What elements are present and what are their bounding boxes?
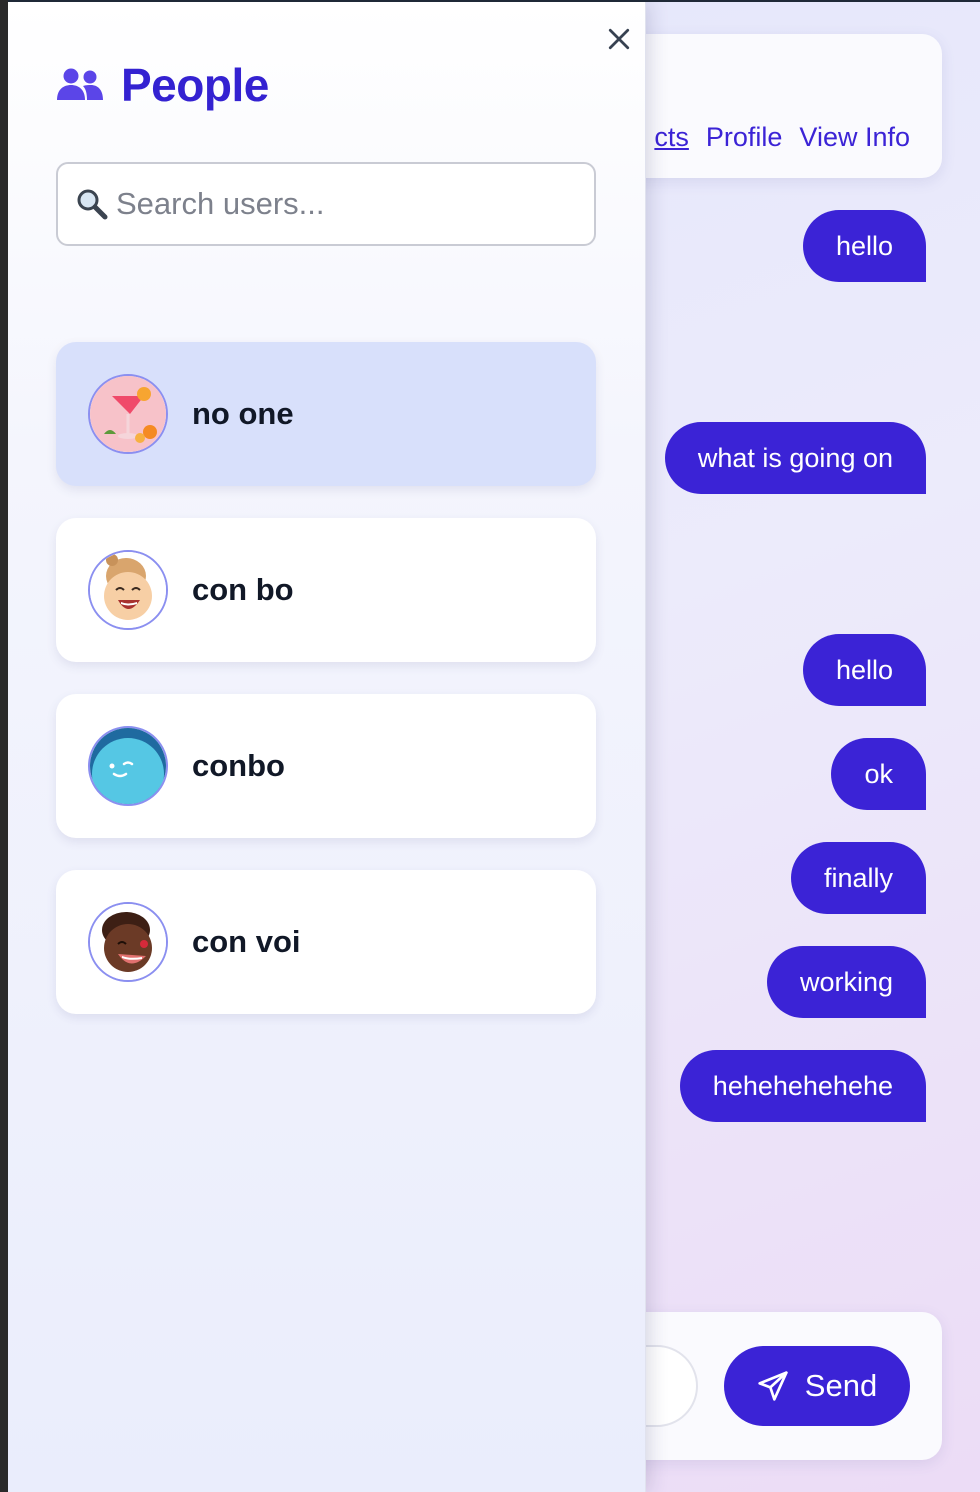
- avatar: [88, 726, 168, 806]
- search-input[interactable]: [116, 186, 586, 222]
- user-item-conbo[interactable]: conbo: [56, 694, 596, 838]
- laughing-blonde-avatar-icon: [90, 552, 166, 628]
- user-name: con voi: [192, 924, 301, 959]
- search-field[interactable]: [56, 162, 596, 246]
- user-name: conbo: [192, 748, 285, 783]
- avatar: [88, 902, 168, 982]
- message-bubble: hello: [802, 634, 926, 706]
- cocktail-avatar-icon: [90, 376, 166, 452]
- message-bubble: working: [766, 946, 926, 1018]
- view-info-link[interactable]: View Info: [799, 122, 910, 153]
- user-item-con-bo[interactable]: con bo: [56, 518, 596, 662]
- message-bubble: hehehehehehe: [679, 1050, 926, 1122]
- users-icon: [57, 68, 103, 100]
- user-name: no one: [192, 396, 294, 431]
- user-name: con bo: [192, 572, 294, 607]
- message-bubble: what is going on: [664, 422, 926, 494]
- people-drawer: People no one: [8, 2, 646, 1492]
- send-button[interactable]: Send: [724, 1346, 910, 1426]
- avatar: [88, 550, 168, 630]
- close-drawer-button[interactable]: [604, 24, 634, 54]
- window-left-edge: [0, 0, 8, 1492]
- profile-link[interactable]: Profile: [706, 122, 783, 153]
- message-bubble: ok: [831, 738, 926, 810]
- laughing-dark-avatar-icon: [90, 904, 166, 980]
- drawer-header: People: [55, 58, 269, 112]
- contacts-link[interactable]: cts: [654, 122, 689, 153]
- header-nav: cts Profile View Info: [654, 122, 910, 153]
- message-bubble: hello: [802, 210, 926, 282]
- close-icon: [608, 28, 630, 50]
- magnifier-icon: [77, 189, 108, 220]
- paper-plane-icon: [758, 1371, 788, 1401]
- send-label: Send: [804, 1368, 878, 1403]
- user-item-no-one[interactable]: no one: [56, 342, 596, 486]
- user-item-con-voi[interactable]: con voi: [56, 870, 596, 1014]
- drawer-title: People: [121, 59, 269, 111]
- blue-winking-avatar-icon: [90, 728, 166, 804]
- window-top-edge: [0, 0, 980, 2]
- message-bubble: finally: [790, 842, 926, 914]
- avatar: [88, 374, 168, 454]
